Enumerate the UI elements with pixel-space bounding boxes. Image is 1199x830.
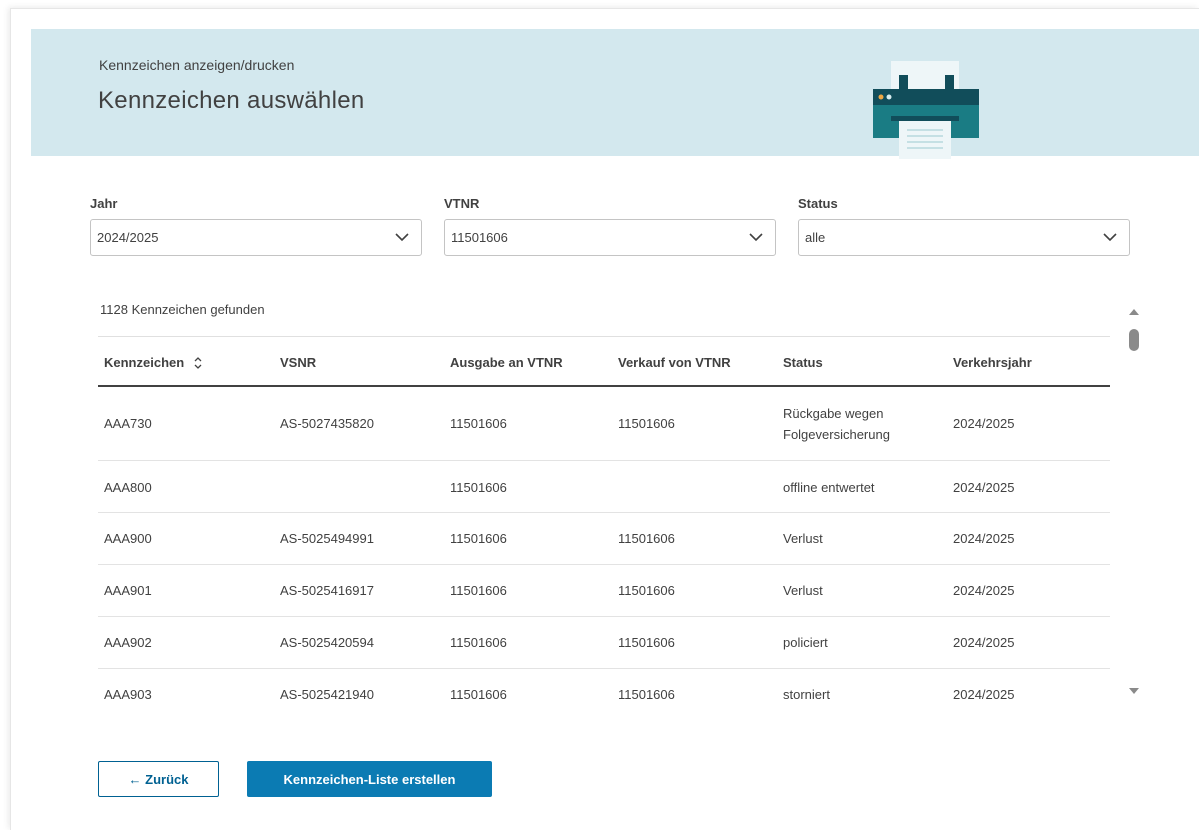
- jahr-label: Jahr: [90, 196, 118, 211]
- cell-verkauf: 11501606: [618, 531, 675, 546]
- sort-icon[interactable]: [194, 357, 202, 369]
- page-title: Kennzeichen auswählen: [98, 87, 365, 114]
- cell-ausgabe: 11501606: [450, 531, 507, 546]
- table-header: Kennzeichen VSNR Ausgabe an VTNR Verkauf…: [98, 336, 1110, 387]
- printer-icon: [873, 61, 979, 159]
- cell-ausgabe: 11501606: [450, 583, 507, 598]
- column-header-ausgabe: Ausgabe an VTNR: [450, 355, 563, 370]
- cell-status: Verlust: [783, 531, 823, 546]
- cell-verkauf: 11501606: [618, 416, 675, 431]
- table-row[interactable]: AAA800 11501606 offline entwertet 2024/2…: [98, 461, 1110, 513]
- vtnr-value: 11501606: [451, 230, 508, 245]
- status-select[interactable]: alle: [798, 219, 1130, 256]
- cell-verkehrsjahr: 2024/2025: [953, 416, 1015, 431]
- result-count: 1128 Kennzeichen gefunden: [100, 302, 265, 317]
- cell-ausgabe: 11501606: [450, 416, 507, 431]
- table-row[interactable]: AAA730 AS-5027435820 11501606 11501606 R…: [98, 387, 1110, 461]
- cell-kennzeichen: AAA901: [104, 583, 152, 598]
- cell-kennzeichen: AAA903: [104, 687, 152, 702]
- cell-verkehrsjahr: 2024/2025: [953, 687, 1015, 702]
- cell-verkauf: 11501606: [618, 635, 675, 650]
- column-header-label: Kennzeichen: [104, 355, 185, 370]
- table-row[interactable]: AAA903 AS-5025421940 11501606 11501606 s…: [98, 669, 1110, 715]
- header-banner: Kennzeichen anzeigen/drucken Kennzeichen…: [31, 29, 1199, 159]
- cell-kennzeichen: AAA730: [104, 416, 152, 431]
- cell-ausgabe: 11501606: [450, 635, 507, 650]
- cell-ausgabe: 11501606: [450, 480, 507, 495]
- table-row[interactable]: AAA902 AS-5025420594 11501606 11501606 p…: [98, 617, 1110, 669]
- column-header-verkehrsjahr: Verkehrsjahr: [953, 355, 1032, 370]
- chevron-down-icon: [749, 233, 763, 242]
- cell-vsnr: AS-5025494991: [280, 531, 374, 546]
- breadcrumb: Kennzeichen anzeigen/drucken: [99, 57, 295, 73]
- results-table: Kennzeichen VSNR Ausgabe an VTNR Verkauf…: [98, 336, 1110, 715]
- cell-status-line1: Rückgabe wegen: [783, 406, 884, 421]
- cell-status: Verlust: [783, 583, 823, 598]
- cell-verkauf: 11501606: [618, 583, 675, 598]
- status-value: alle: [805, 230, 826, 245]
- vtnr-select[interactable]: 11501606: [444, 219, 776, 256]
- back-button[interactable]: ← Zurück: [98, 761, 219, 797]
- cell-kennzeichen: AAA902: [104, 635, 152, 650]
- cell-status-line2: Folgeversicherung: [783, 427, 890, 442]
- cell-verkehrsjahr: 2024/2025: [953, 480, 1015, 495]
- column-header-status: Status: [783, 355, 823, 370]
- cell-ausgabe: 11501606: [450, 687, 507, 702]
- table-row[interactable]: AAA901 AS-5025416917 11501606 11501606 V…: [98, 565, 1110, 617]
- cell-verkauf: 11501606: [618, 687, 675, 702]
- column-header-verkauf: Verkauf von VTNR: [618, 355, 731, 370]
- page-frame: Kennzeichen anzeigen/drucken Kennzeichen…: [10, 8, 1199, 830]
- cell-vsnr: AS-5025416917: [280, 583, 374, 598]
- cell-kennzeichen: AAA900: [104, 531, 152, 546]
- scroll-down-arrow-icon[interactable]: [1128, 687, 1140, 695]
- create-list-button[interactable]: Kennzeichen-Liste erstellen: [247, 761, 492, 797]
- table-row[interactable]: AAA900 AS-5025494991 11501606 11501606 V…: [98, 513, 1110, 565]
- cell-vsnr: AS-5025420594: [280, 635, 374, 650]
- chevron-down-icon: [1103, 233, 1117, 242]
- cell-verkehrsjahr: 2024/2025: [953, 531, 1015, 546]
- cell-vsnr: AS-5027435820: [280, 416, 374, 431]
- status-label: Status: [798, 196, 838, 211]
- cell-vsnr: AS-5025421940: [280, 687, 374, 702]
- vtnr-label: VTNR: [444, 196, 480, 211]
- jahr-select[interactable]: 2024/2025: [90, 219, 422, 256]
- cell-verkehrsjahr: 2024/2025: [953, 635, 1015, 650]
- jahr-value: 2024/2025: [97, 230, 159, 245]
- cell-status: offline entwertet: [783, 480, 875, 495]
- scrollbar-thumb[interactable]: [1129, 329, 1139, 351]
- cell-verkehrsjahr: 2024/2025: [953, 583, 1015, 598]
- column-header-vsnr: VSNR: [280, 355, 317, 370]
- scroll-up-arrow-icon[interactable]: [1128, 308, 1140, 316]
- cell-kennzeichen: AAA800: [104, 480, 152, 495]
- column-header-kennzeichen[interactable]: Kennzeichen: [104, 355, 202, 370]
- cell-status: storniert: [783, 687, 830, 702]
- cell-status: policiert: [783, 635, 828, 650]
- chevron-down-icon: [395, 233, 409, 242]
